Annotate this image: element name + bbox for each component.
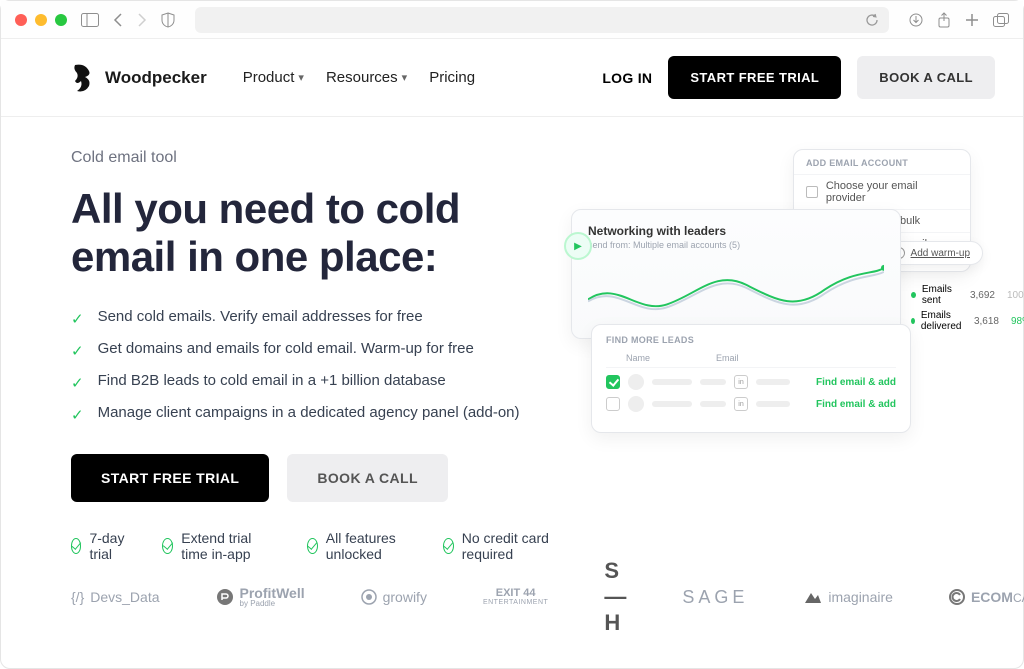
hero-start-trial-button[interactable]: START FREE TRIAL bbox=[71, 454, 269, 502]
check-icon: ✓ bbox=[71, 406, 84, 424]
nav-resources[interactable]: Resources▾ bbox=[326, 69, 407, 86]
provider-icon bbox=[806, 186, 818, 198]
stat-delivered: Emails delivered 3,618 98% bbox=[911, 310, 1024, 332]
check-circle-icon bbox=[162, 538, 173, 554]
hero-bullets: ✓Send cold emails. Verify email addresse… bbox=[71, 308, 551, 424]
hero-kicker: Cold email tool bbox=[71, 149, 551, 167]
book-call-button[interactable]: BOOK A CALL bbox=[857, 56, 995, 99]
logo-growify: growify bbox=[361, 589, 427, 605]
tabs-icon[interactable] bbox=[993, 13, 1009, 27]
back-icon[interactable] bbox=[113, 13, 123, 27]
hero-section: Cold email tool All you need to cold ema… bbox=[1, 117, 1023, 562]
card-header: FIND MORE LEADS bbox=[606, 335, 896, 345]
chevron-down-icon: ▾ bbox=[402, 71, 408, 84]
forward-icon[interactable] bbox=[137, 13, 147, 27]
sidebar-toggle-icon[interactable] bbox=[81, 13, 99, 27]
nav-pricing[interactable]: Pricing bbox=[429, 69, 475, 86]
stat-sent: Emails sent 3,692 100% bbox=[911, 284, 1024, 306]
logo-devsdata: {/} Devs_Data bbox=[71, 589, 160, 605]
name-placeholder bbox=[652, 379, 692, 385]
login-link[interactable]: LOG IN bbox=[602, 70, 652, 86]
check-icon: ✓ bbox=[71, 342, 84, 360]
growify-icon bbox=[361, 589, 377, 605]
checkbox-icon bbox=[606, 375, 620, 389]
start-trial-button[interactable]: START FREE TRIAL bbox=[668, 56, 841, 99]
hero-bullet: ✓Find B2B leads to cold email in a +1 bi… bbox=[71, 372, 551, 392]
badge-7day: 7-day trial bbox=[71, 530, 126, 562]
card-header: ADD EMAIL ACCOUNT bbox=[794, 158, 970, 174]
minimize-window-icon[interactable] bbox=[35, 14, 47, 26]
name-placeholder bbox=[700, 379, 726, 385]
check-icon: ✓ bbox=[71, 374, 84, 392]
check-circle-icon bbox=[443, 538, 454, 554]
hero-book-call-button[interactable]: BOOK A CALL bbox=[287, 454, 448, 502]
add-account-row: Choose your email provider bbox=[794, 174, 970, 209]
reload-icon[interactable] bbox=[865, 13, 879, 27]
hero-illustration: ADD EMAIL ACCOUNT Choose your email prov… bbox=[551, 149, 1023, 562]
avatar-icon bbox=[628, 396, 644, 412]
maximize-window-icon[interactable] bbox=[55, 14, 67, 26]
logo-sage: SAGE bbox=[682, 587, 748, 608]
linkedin-icon: in bbox=[734, 375, 748, 389]
download-icon[interactable] bbox=[909, 13, 923, 27]
share-icon[interactable] bbox=[937, 12, 951, 28]
logo-ecom: ECOMCAPITAL bbox=[949, 589, 1024, 605]
trial-badges: 7-day trial Extend trial time in-app All… bbox=[71, 530, 551, 562]
name-placeholder bbox=[700, 401, 726, 407]
name-placeholder bbox=[652, 401, 692, 407]
checkbox-icon bbox=[606, 397, 620, 411]
find-email-link: Find email & add bbox=[816, 399, 896, 410]
campaign-card: ▶ Networking with leaders send from: Mul… bbox=[571, 209, 901, 339]
avatar-icon bbox=[628, 374, 644, 390]
logo-profitwell: ProfitWell by Paddle bbox=[216, 586, 305, 608]
customer-logos: {/} Devs_Data ProfitWell by Paddle growi… bbox=[1, 558, 1023, 636]
find-email-link: Find email & add bbox=[816, 377, 896, 388]
dot-icon bbox=[911, 292, 916, 298]
badge-features: All features unlocked bbox=[307, 530, 407, 562]
email-placeholder bbox=[756, 379, 790, 385]
imaginaire-icon bbox=[804, 590, 822, 604]
check-circle-icon bbox=[307, 538, 318, 554]
window-controls[interactable] bbox=[15, 14, 67, 26]
shield-icon[interactable] bbox=[161, 12, 175, 28]
brand-logo[interactable]: Woodpecker bbox=[71, 63, 207, 93]
delivery-chart bbox=[588, 260, 884, 320]
linkedin-icon: in bbox=[734, 397, 748, 411]
email-placeholder bbox=[756, 401, 790, 407]
lead-row: in Find email & add bbox=[606, 396, 896, 412]
hero-title: All you need to cold email in one place: bbox=[71, 185, 551, 282]
ecom-icon bbox=[949, 589, 965, 605]
logo-sh: S—H bbox=[604, 558, 626, 636]
site-header: Woodpecker Product▾ Resources▾ Pricing L… bbox=[1, 39, 1023, 117]
badge-nocard: No credit card required bbox=[443, 530, 551, 562]
campaign-sub: send from: Multiple email accounts (5) bbox=[588, 240, 884, 250]
check-circle-icon bbox=[71, 538, 81, 554]
dot-icon bbox=[911, 318, 915, 324]
play-icon: ▶ bbox=[564, 232, 592, 260]
url-bar[interactable] bbox=[195, 7, 889, 33]
campaign-title: Networking with leaders bbox=[588, 224, 884, 238]
main-nav: Product▾ Resources▾ Pricing bbox=[243, 69, 475, 86]
profitwell-icon bbox=[216, 588, 234, 606]
logo-imaginaire: imaginaire bbox=[804, 589, 893, 605]
woodpecker-logo-icon bbox=[71, 63, 95, 93]
logo-exit44: EXIT 44 ENTERTAINMENT bbox=[483, 588, 548, 606]
new-tab-icon[interactable] bbox=[965, 13, 979, 27]
browser-chrome bbox=[1, 1, 1023, 39]
stats-panel: Emails sent 3,692 100% Emails delivered … bbox=[911, 284, 1024, 336]
lead-row: in Find email & add bbox=[606, 374, 896, 390]
badge-extend: Extend trial time in-app bbox=[162, 530, 271, 562]
check-icon: ✓ bbox=[71, 310, 84, 328]
nav-product[interactable]: Product▾ bbox=[243, 69, 304, 86]
close-window-icon[interactable] bbox=[15, 14, 27, 26]
brand-name: Woodpecker bbox=[105, 68, 207, 88]
find-leads-card: FIND MORE LEADS Name Email in Find email… bbox=[591, 324, 911, 433]
hero-bullet: ✓Manage client campaigns in a dedicated … bbox=[71, 404, 551, 424]
hero-bullet: ✓Get domains and emails for cold email. … bbox=[71, 340, 551, 360]
hero-bullet: ✓Send cold emails. Verify email addresse… bbox=[71, 308, 551, 328]
leads-table-header: Name Email bbox=[606, 353, 896, 368]
chevron-down-icon: ▾ bbox=[298, 71, 304, 84]
